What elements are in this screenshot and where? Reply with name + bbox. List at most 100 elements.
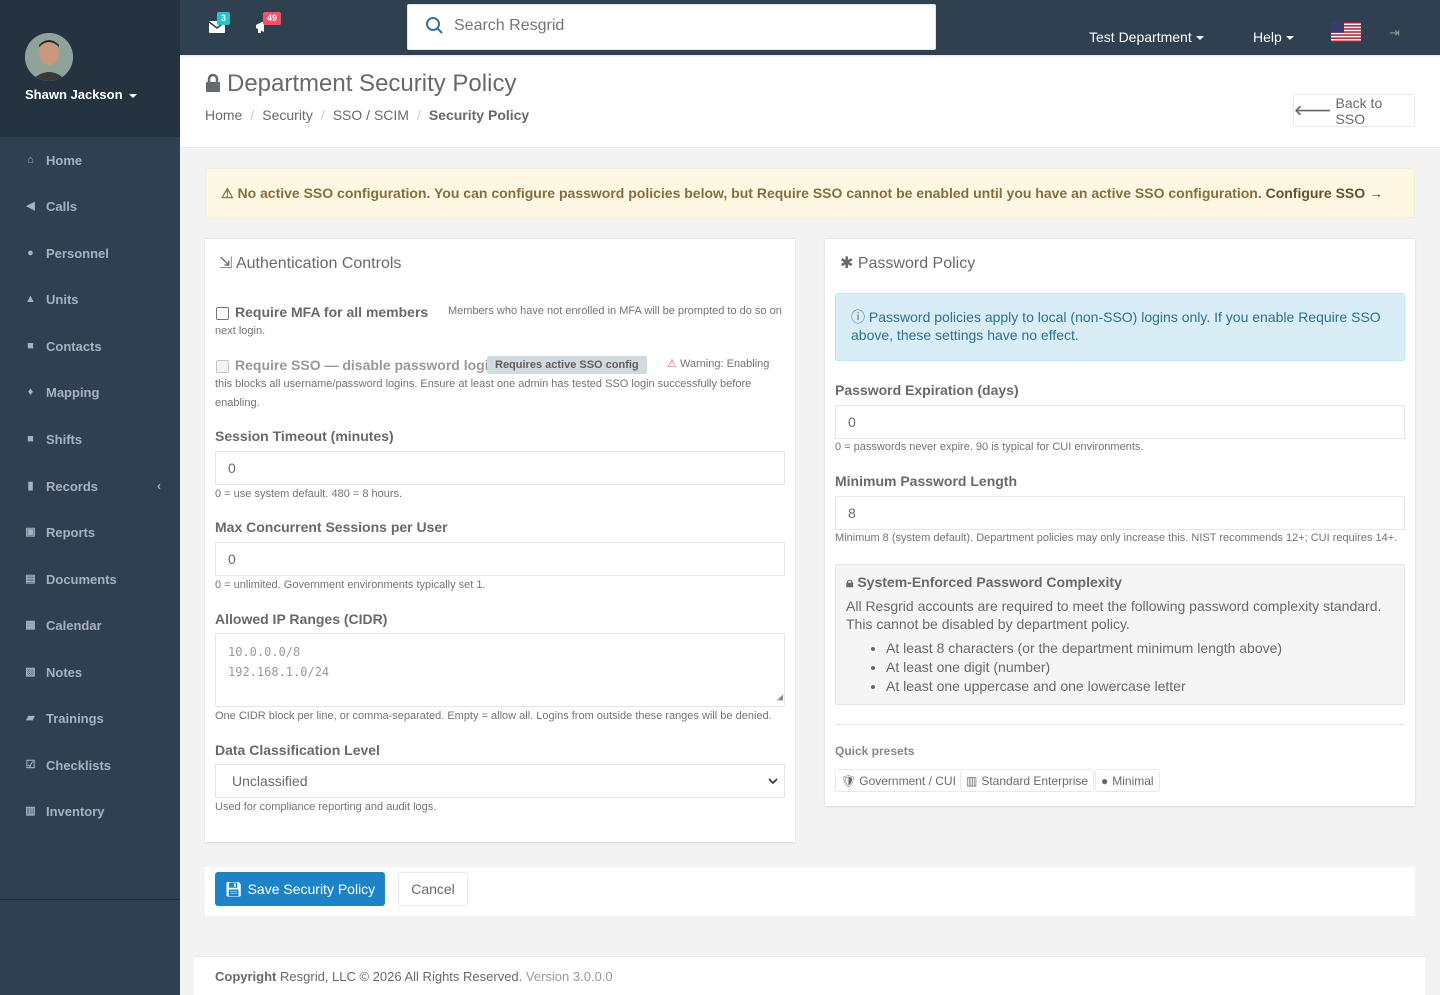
password-policy-panel: ✱ Password Policy ⓘ Password policies ap… [825,238,1415,806]
notes-icon: ▧ [25,665,36,678]
sidebar-item-label: Trainings [46,710,104,726]
search-input[interactable] [454,17,914,35]
back-to-sso-button[interactable]: 🡐 Back to SSO [1293,94,1415,127]
password-panel-title: ✱ Password Policy [840,253,975,273]
save-label: Save Security Policy [247,881,376,897]
documents-icon: ▤ [25,572,36,585]
chevron-left-icon: ‹ [157,479,161,493]
profile-header: Shawn Jackson [0,0,180,137]
sidebar-item-label: Documents [46,571,117,587]
caret-down-icon [128,93,137,98]
checklist-icon: ☑ [25,758,36,771]
sidebar: Shawn Jackson ⌂ Home ◀ Calls ● Personnel ▲ U… [0,0,180,995]
classification-label: Data Classification Level [215,742,380,758]
avatar[interactable] [25,33,73,81]
department-dropdown[interactable]: Test Department [1089,29,1204,45]
sidebar-item-shifts[interactable]: ■ Shifts [0,418,180,460]
messages-button[interactable]: 3 [208,12,231,37]
sidebar-item-calendar[interactable]: ▦ Calendar [0,604,180,646]
sidebar-item-label: Inventory [46,803,105,819]
sidebar-item-notes[interactable]: ▧ Notes [0,651,180,693]
address-book-icon: ■ [27,339,34,352]
help-label: Help [1253,29,1282,45]
lock-icon: 🔒︎ [846,574,854,590]
session-timeout-input[interactable] [215,451,785,485]
password-title-text: Password Policy [857,255,976,272]
min-length-help: Minimum 8 (system default). Department p… [835,532,1398,544]
complexity-description: All Resgrid accounts are required to mee… [846,598,1382,632]
page-heading: Department Security Policy Home / Security… [180,57,1440,148]
password-expiration-input[interactable] [835,405,1405,439]
max-sessions-help: 0 = unlimited. Government environments t… [215,579,486,591]
us-flag-icon[interactable] [1331,22,1361,42]
preset-minimal-button[interactable]: ● Minimal [1095,769,1160,792]
footer-copyright: Copyright [215,969,277,984]
sidebar-item-contacts[interactable]: ■ Contacts [0,325,180,367]
complexity-rules: At least 8 characters (or the department… [846,639,1394,696]
breadcrumb-home[interactable]: Home [205,107,242,123]
require-mfa-checkbox[interactable] [216,307,229,320]
sidebar-item-units[interactable]: ▲ Units [0,278,180,320]
sidebar-item-reports[interactable]: ▣ Reports [0,511,180,553]
resize-handle-icon[interactable]: ◢ [777,688,783,708]
breadcrumb-separator: / [416,107,421,123]
max-sessions-input[interactable] [215,542,785,576]
caret-down-icon [1195,36,1204,41]
require-mfa-label[interactable]: Require MFA for all members [235,304,428,320]
quick-presets-label: Quick presets [835,744,915,758]
ip-placeholder-line: 192.168.1.0/24 [228,665,330,679]
form-actions: 💾︎ Save Security Policy Cancel [205,867,1415,916]
min-length-input[interactable] [835,496,1405,530]
preset-enterprise-button[interactable]: ▥ Standard Enterprise [960,769,1095,792]
sso-warning-alert: ⚠ No active SSO configuration. You can c… [205,168,1415,218]
sidebar-item-personnel[interactable]: ● Personnel [0,232,180,274]
sidebar-item-home[interactable]: ⌂ Home [0,139,180,181]
profile-name-toggle[interactable]: Shawn Jackson [25,87,137,102]
search-icon [426,17,443,34]
auth-title-text: Authentication Controls [235,255,402,272]
classification-select[interactable]: Unclassified [215,764,785,798]
logout-icon[interactable]: ⇥ [1389,25,1400,41]
sso-warning: ⚠ Warning: Enabling [667,355,769,374]
min-length-label: Minimum Password Length [835,473,1018,489]
search-box [407,4,936,50]
sidebar-item-label: Reports [46,524,96,540]
sidebar-item-records[interactable]: ▮ Records ‹ [0,465,180,507]
department-label: Test Department [1089,29,1192,45]
ip-ranges-textarea[interactable]: 10.0.0.0/8 192.168.1.0/24 ◢ [215,633,785,707]
sidebar-item-label: Contacts [46,338,102,354]
save-security-policy-button[interactable]: 💾︎ Save Security Policy [215,872,385,906]
arrow-left-icon: 🡐 [1294,102,1332,118]
preset-government-button[interactable]: 🛡︎ Government / CUI [835,769,962,792]
help-dropdown[interactable]: Help [1253,29,1294,45]
sidebar-item-label: Notes [46,664,83,680]
cancel-button[interactable]: Cancel [398,872,468,906]
shield-icon: 🛡︎ [841,773,857,788]
reports-icon: ▣ [25,525,36,538]
sidebar-item-inventory[interactable]: ▥ Inventory [0,790,180,832]
breadcrumb-security[interactable]: Security [262,107,313,123]
sidebar-item-mapping[interactable]: ♦ Mapping [0,371,180,413]
user-icon: ● [27,246,34,259]
profile-name: Shawn Jackson [25,87,123,102]
session-timeout-help: 0 = use system default. 480 = 8 hours. [215,488,403,500]
password-expiration-help: 0 = passwords never expire. 90 is typica… [835,441,1144,453]
require-sso-checkbox[interactable] [216,360,229,373]
sidebar-item-checklists[interactable]: ☑ Checklists [0,744,180,786]
bullhorn-icon: ◀ [26,199,35,212]
breadcrumb-sso-scim[interactable]: SSO / SCIM [333,107,409,123]
sidebar-item-trainings[interactable]: ▰ Trainings [0,697,180,739]
calls-button[interactable]: 49 [255,12,282,38]
sidebar-item-documents[interactable]: ▤ Documents [0,558,180,600]
breadcrumb-separator: / [250,107,255,123]
configure-sso-link[interactable]: Configure SSO → [1266,185,1383,201]
mfa-help: Members who have not enrolled in MFA wil… [448,305,782,317]
sidebar-item-label: Calendar [46,617,102,633]
sidebar-item-label: Personnel [46,245,109,261]
ip-placeholder-line: 10.0.0.0/8 [228,645,301,659]
messages-badge: 3 [217,12,231,25]
complexity-rule: At least one digit (number) [886,658,1394,677]
sso-warning-end: enabling. [215,397,260,409]
sidebar-item-calls[interactable]: ◀ Calls [0,185,180,227]
sso-config-badge: Requires active SSO config [487,356,647,374]
